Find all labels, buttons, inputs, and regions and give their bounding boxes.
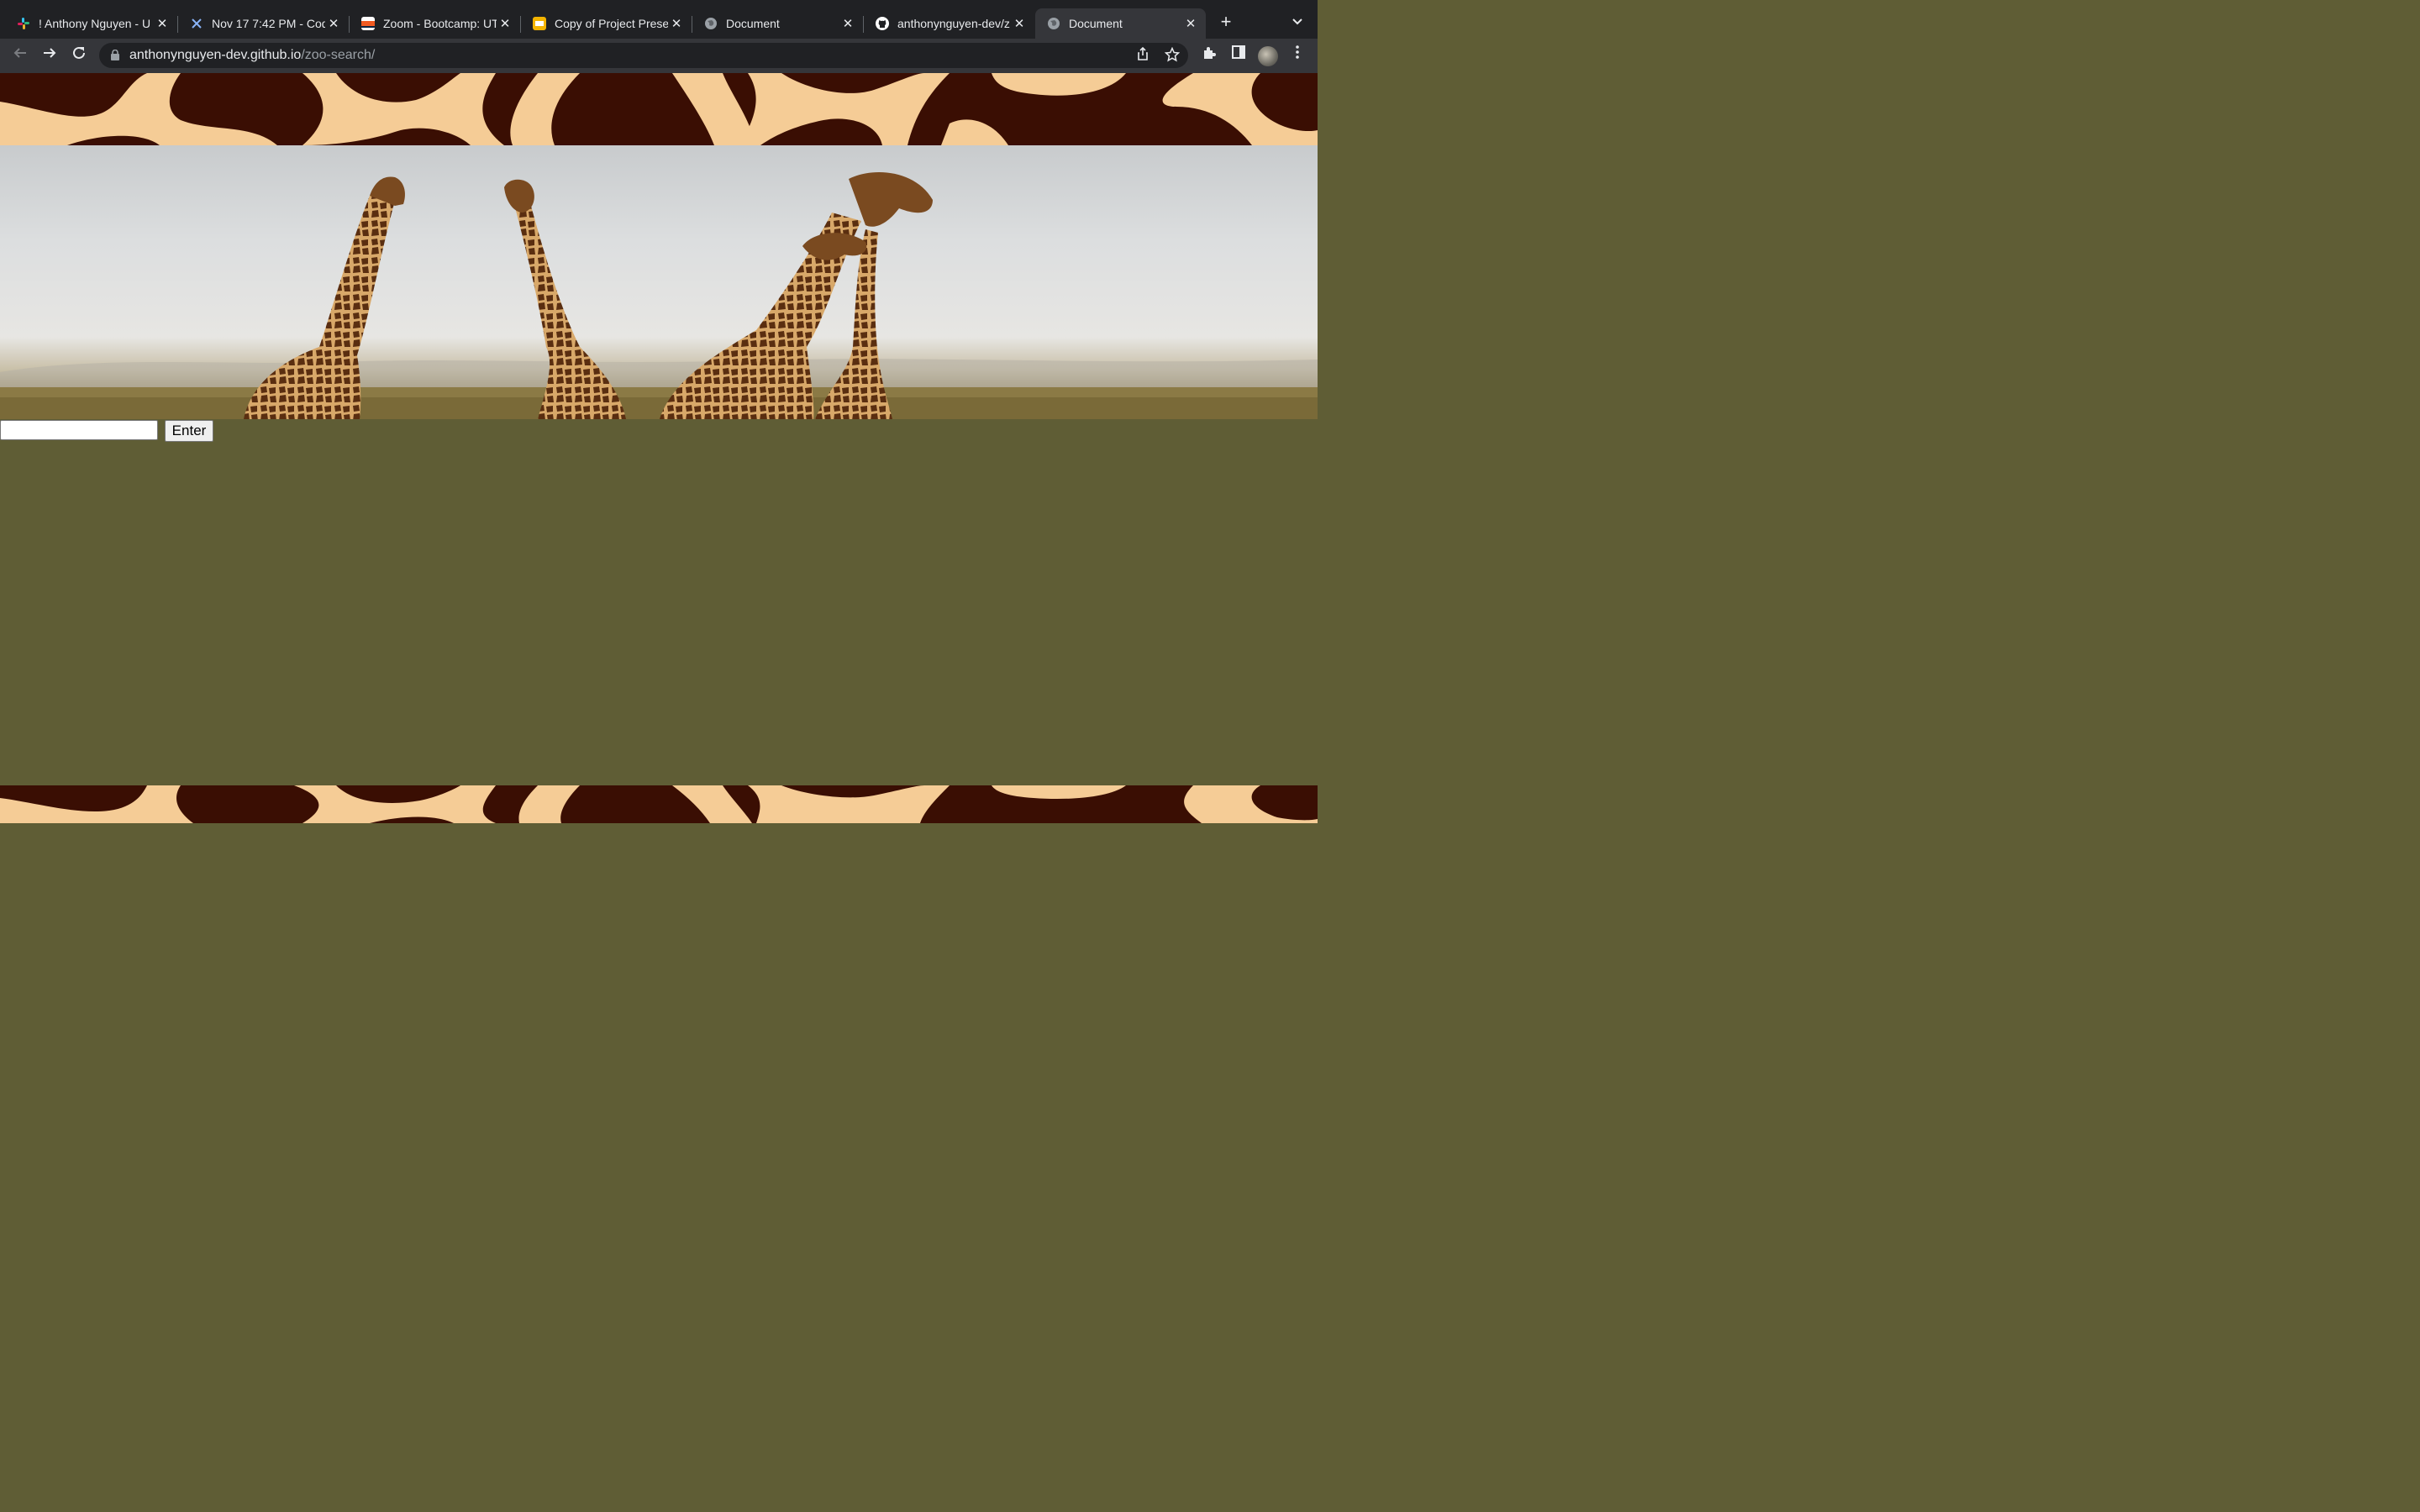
giraffe-pattern-image xyxy=(0,785,1318,823)
reload-button[interactable] xyxy=(69,45,89,66)
sparkle-icon xyxy=(190,17,203,30)
url-host: anthonynguyen-dev.github.io xyxy=(129,48,302,62)
tab-title: anthonynguyen-dev/z xyxy=(897,17,1010,30)
close-icon[interactable]: ✕ xyxy=(154,16,171,31)
forward-button[interactable] xyxy=(39,45,60,66)
share-icon[interactable] xyxy=(1134,46,1151,64)
lock-icon xyxy=(111,50,119,60)
close-icon[interactable]: ✕ xyxy=(497,16,513,31)
github-icon xyxy=(876,17,889,30)
tab-codio[interactable]: Nov 17 7:42 PM - Cod ✕ xyxy=(178,8,350,39)
new-tab-button[interactable]: + xyxy=(1216,12,1236,32)
slack-icon xyxy=(17,17,30,30)
bookmark-star-icon[interactable] xyxy=(1164,46,1181,64)
utsa-icon xyxy=(361,17,375,30)
close-icon[interactable]: ✕ xyxy=(668,16,685,31)
tab-slides[interactable]: Copy of Project Prese ✕ xyxy=(521,8,692,39)
tab-github[interactable]: anthonynguyen-dev/z ✕ xyxy=(864,8,1034,39)
search-input[interactable] xyxy=(0,420,158,440)
slides-icon xyxy=(533,17,546,30)
tab-slack[interactable]: ! Anthony Nguyen - U ✕ xyxy=(5,8,178,39)
giraffe-pattern-footer xyxy=(0,785,1318,823)
tab-zoom[interactable]: Zoom - Bootcamp: UT ✕ xyxy=(350,8,521,39)
close-icon[interactable]: ✕ xyxy=(1182,16,1199,31)
arrow-right-icon xyxy=(44,48,56,58)
tab-document-active[interactable]: Document ✕ xyxy=(1035,8,1206,39)
tab-title: Copy of Project Prese xyxy=(555,17,668,30)
arrow-left-icon xyxy=(13,48,26,58)
close-icon[interactable]: ✕ xyxy=(839,16,856,31)
tab-title: Nov 17 7:42 PM - Cod xyxy=(212,17,325,30)
more-vert-icon[interactable] xyxy=(1287,45,1307,66)
enter-button[interactable]: Enter xyxy=(165,420,213,442)
tab-title: Document xyxy=(1069,17,1123,30)
chevron-down-icon[interactable] xyxy=(1287,13,1307,33)
tab-title: ! Anthony Nguyen - U xyxy=(39,17,151,30)
globe-icon xyxy=(1047,17,1060,30)
browser-toolbar: anthonynguyen-dev.github.io/zoo-search/ xyxy=(0,39,1318,74)
tab-document-1[interactable]: Document ✕ xyxy=(692,8,864,39)
side-panel-icon[interactable] xyxy=(1228,45,1249,66)
profile-avatar[interactable] xyxy=(1258,46,1278,66)
globe-icon xyxy=(704,17,718,30)
giraffe-pattern-image xyxy=(0,73,1318,145)
tab-title: Zoom - Bootcamp: UT xyxy=(383,17,497,30)
url-path: /zoo-search/ xyxy=(301,48,376,62)
close-icon[interactable]: ✕ xyxy=(325,16,342,31)
giraffe-photo xyxy=(0,172,1318,419)
back-button[interactable] xyxy=(10,45,30,66)
giraffe-pattern-header xyxy=(0,73,1318,145)
url-text[interactable]: anthonynguyen-dev.github.io/zoo-search/ xyxy=(129,48,375,63)
page-body: Enter xyxy=(0,73,1318,823)
address-bar[interactable]: anthonynguyen-dev.github.io/zoo-search/ xyxy=(99,43,1188,68)
tab-title: Document xyxy=(726,17,780,30)
reload-icon xyxy=(73,46,85,59)
tab-strip: ! Anthony Nguyen - U ✕ Nov 17 7:42 PM - … xyxy=(0,0,1318,39)
extensions-puzzle-icon[interactable] xyxy=(1199,45,1219,66)
close-icon[interactable]: ✕ xyxy=(1011,16,1028,31)
hero-giraffe-image xyxy=(0,145,1318,419)
